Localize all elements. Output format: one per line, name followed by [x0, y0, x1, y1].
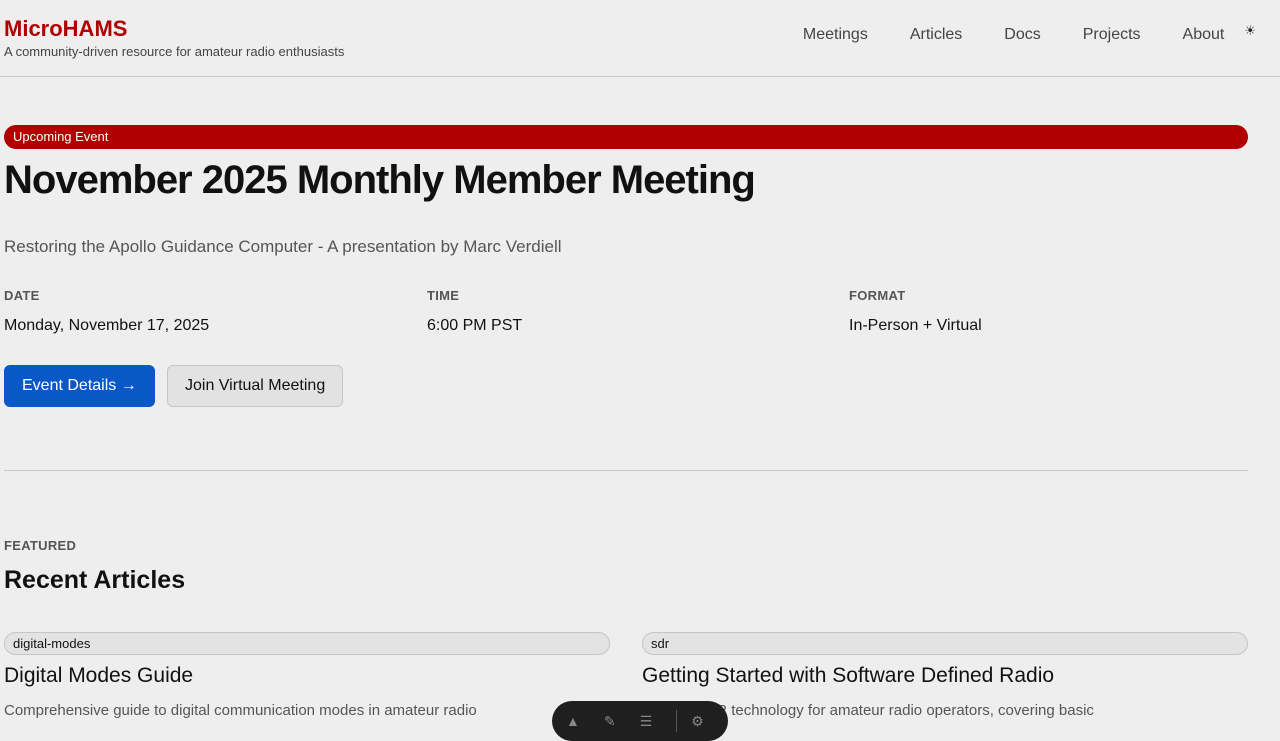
floating-toolbar[interactable]: ▲ ✎ ☰ ⚙: [552, 701, 728, 741]
date-label: DATE: [4, 288, 40, 303]
format-value: In-Person + Virtual: [849, 317, 982, 334]
article-tag[interactable]: sdr: [642, 632, 1248, 655]
site-tagline: A community-driven resource for amateur …: [4, 44, 345, 59]
toolbar-settings-icon[interactable]: ⚙: [691, 713, 704, 730]
event-date: DATE Monday, November 17, 2025: [4, 288, 404, 335]
article-description: Comprehensive guide to digital communica…: [4, 702, 477, 719]
time-label: TIME: [427, 288, 460, 303]
article-tag[interactable]: digital-modes: [4, 632, 610, 655]
site-header: MicroHAMS A community-driven resource fo…: [0, 0, 1280, 77]
section-divider: [4, 470, 1248, 471]
event-subtitle: Restoring the Apollo Guidance Computer -…: [4, 237, 562, 256]
format-label: FORMAT: [849, 288, 906, 303]
nav-item-articles[interactable]: Articles: [910, 24, 962, 46]
site-logo[interactable]: MicroHAMS: [4, 16, 344, 42]
article-description: ntion to SDR technology for amateur radi…: [642, 702, 1094, 719]
article-title[interactable]: Getting Started with Software Defined Ra…: [642, 664, 1248, 688]
event-time: TIME 6:00 PM PST: [427, 288, 827, 335]
date-value: Monday, November 17, 2025: [4, 317, 210, 334]
toolbar-tool-icon[interactable]: ✎: [604, 713, 616, 730]
featured-eyebrow: FEATURED: [4, 538, 77, 553]
main-nav: Meetings Articles Docs Projects About ☀: [803, 23, 1256, 46]
join-virtual-meeting-button[interactable]: Join Virtual Meeting: [167, 365, 344, 407]
nav-item-docs[interactable]: Docs: [1004, 24, 1040, 46]
brand: MicroHAMS A community-driven resource fo…: [4, 16, 344, 59]
upcoming-event-badge: Upcoming Event: [4, 125, 1248, 149]
event-format: FORMAT In-Person + Virtual: [849, 288, 1249, 335]
nav-item-projects[interactable]: Projects: [1083, 24, 1141, 46]
toolbar-menu-icon[interactable]: ☰: [640, 713, 653, 730]
article-title[interactable]: Digital Modes Guide: [4, 664, 610, 688]
article-card[interactable]: sdr Getting Started with Software Define…: [642, 632, 1248, 719]
theme-toggle-sun-icon[interactable]: ☀: [1244, 23, 1256, 39]
toolbar-tool-icon[interactable]: ▲: [566, 713, 580, 729]
toolbar-separator: [676, 710, 678, 732]
event-title: November 2025 Monthly Member Meeting: [4, 158, 756, 202]
event-details-button[interactable]: Event Details →: [4, 365, 155, 407]
article-card[interactable]: digital-modes Digital Modes Guide Compre…: [4, 632, 610, 719]
nav-item-meetings[interactable]: Meetings: [803, 24, 868, 46]
recent-articles-title: Recent Articles: [4, 566, 186, 594]
nav-item-about[interactable]: About: [1183, 24, 1225, 46]
time-value: 6:00 PM PST: [427, 317, 523, 334]
